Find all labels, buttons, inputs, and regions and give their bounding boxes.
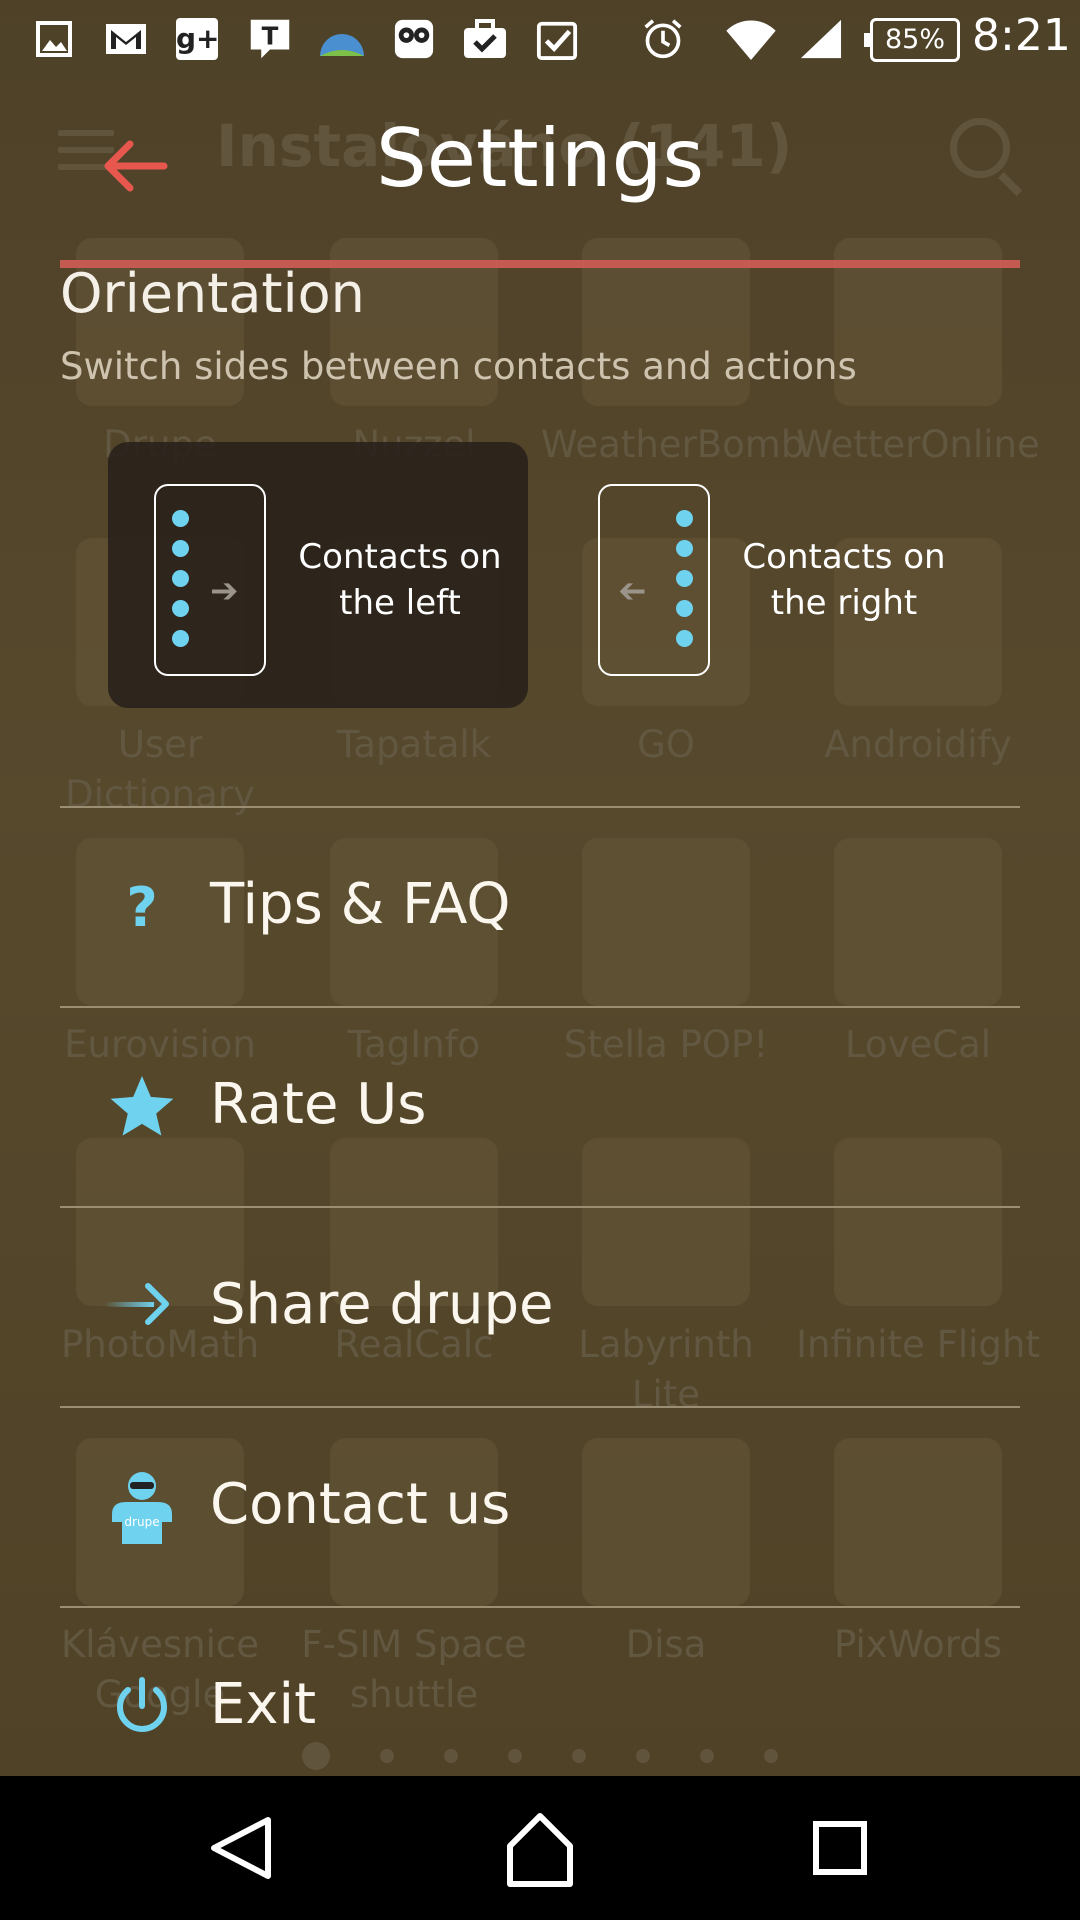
status-bar: g+ T 85% 8:21 xyxy=(0,0,1080,78)
menu-item-label: Exit xyxy=(210,1672,317,1737)
orientation-subtitle: Switch sides between contacts and action… xyxy=(60,345,857,388)
t-app-icon: T xyxy=(250,19,290,59)
svg-text:T: T xyxy=(262,21,279,50)
navigation-bar xyxy=(0,1776,1080,1920)
power-icon xyxy=(117,1677,167,1732)
weather-icon xyxy=(320,34,364,56)
home-nav-icon[interactable] xyxy=(490,1806,590,1890)
signal-icon xyxy=(800,19,842,59)
star-icon xyxy=(110,1076,174,1136)
contacts-right-phone-icon: ➔ xyxy=(598,484,710,676)
menu-item-contact-us[interactable]: drupe Contact us xyxy=(60,1406,1020,1606)
owl-icon xyxy=(394,19,434,59)
briefcase-check-icon xyxy=(464,19,506,58)
share-arrow-icon xyxy=(104,1283,169,1325)
question-icon: ? xyxy=(126,876,157,939)
menu-item-share-drupe[interactable]: Share drupe xyxy=(60,1206,1020,1406)
gallery-icon xyxy=(36,21,72,57)
orientation-option-right-label: Contacts on the right xyxy=(742,537,946,623)
orientation-title: Orientation xyxy=(60,262,365,325)
back-nav-icon[interactable] xyxy=(190,1806,290,1890)
svg-text:drupe: drupe xyxy=(124,1515,159,1529)
menu-item-rate-us[interactable]: Rate Us xyxy=(60,1006,1020,1206)
orientation-option-left[interactable]: ➔ Contacts on the left xyxy=(108,442,528,708)
clipboard-check-icon xyxy=(536,21,578,60)
orientation-option-right[interactable]: ➔ Contacts on the right xyxy=(552,442,972,708)
page-title: Settings xyxy=(375,112,705,205)
gmail-icon xyxy=(106,24,146,54)
alarm-icon xyxy=(644,19,682,59)
battery-indicator: 85% xyxy=(864,18,960,62)
svg-text:?: ? xyxy=(126,876,157,939)
orientation-option-left-label: Contacts on the left xyxy=(298,537,502,623)
menu-item-label: Rate Us xyxy=(210,1072,427,1137)
menu-item-label: Tips & FAQ xyxy=(210,872,511,937)
menu-item-label: Contact us xyxy=(210,1472,511,1537)
clock: 8:21 xyxy=(972,10,1071,61)
wifi-icon xyxy=(726,20,776,60)
menu-item-label: Share drupe xyxy=(210,1272,554,1337)
recents-nav-icon[interactable] xyxy=(790,1806,890,1890)
screen: Instalováno (141) DrupeNuzzelWeatherBomb… xyxy=(0,0,1080,1920)
menu-item-tips-faq[interactable]: ? Tips & FAQ xyxy=(60,806,1020,1006)
contacts-left-phone-icon: ➔ xyxy=(154,484,266,676)
google-plus-icon: g+ xyxy=(176,18,220,60)
drupe-person-icon: drupe xyxy=(112,1472,172,1544)
